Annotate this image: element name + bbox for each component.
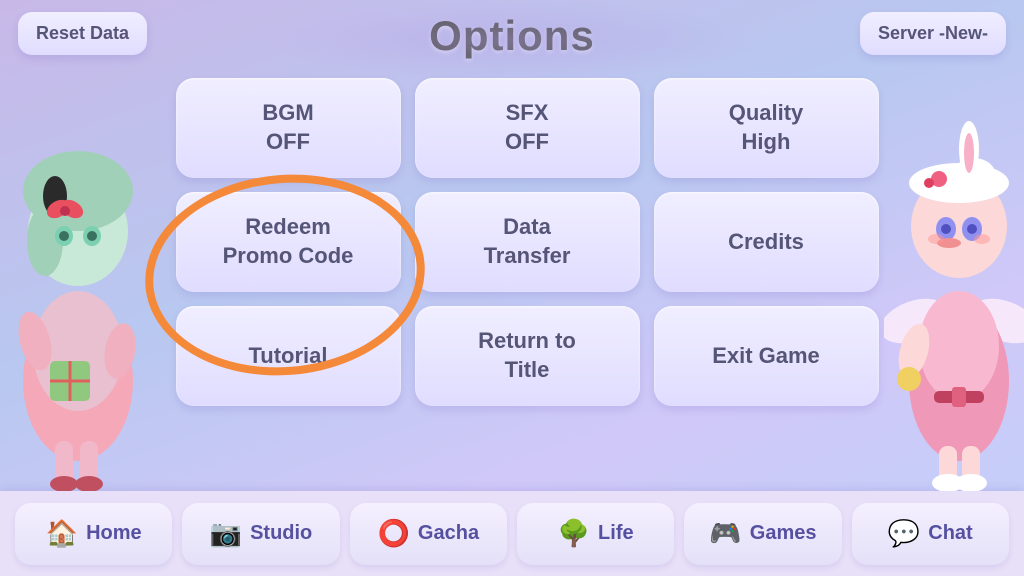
- games-icon: 🎮: [709, 518, 741, 549]
- chat-icon: 💬: [888, 518, 920, 549]
- bgm-button[interactable]: BGMOFF: [176, 78, 401, 178]
- nav-gacha[interactable]: ⭕ Gacha: [350, 503, 507, 565]
- nav-home[interactable]: 🏠 Home: [15, 503, 172, 565]
- quality-button[interactable]: QualityHigh: [654, 78, 879, 178]
- exit-game-button[interactable]: Exit Game: [654, 306, 879, 406]
- studio-icon: 📷: [210, 518, 242, 549]
- gacha-icon: ⭕: [378, 518, 410, 549]
- character-right: [874, 101, 1024, 491]
- redeem-promo-button[interactable]: RedeemPromo Code: [176, 192, 401, 292]
- nav-studio[interactable]: 📷 Studio: [182, 503, 339, 565]
- nav-gacha-label: Gacha: [418, 522, 479, 545]
- sfx-button[interactable]: SFXOFF: [415, 78, 640, 178]
- navigation-bar: 🏠 Home 📷 Studio ⭕ Gacha 🌳 Life 🎮 Games 💬…: [0, 491, 1024, 576]
- tutorial-button[interactable]: Tutorial: [176, 306, 401, 406]
- return-to-title-button[interactable]: Return toTitle: [415, 306, 640, 406]
- life-icon: 🌳: [558, 518, 590, 549]
- nav-games-label: Games: [750, 522, 817, 545]
- nav-games[interactable]: 🎮 Games: [684, 503, 841, 565]
- credits-button[interactable]: Credits: [654, 192, 879, 292]
- nav-life[interactable]: 🌳 Life: [517, 503, 674, 565]
- data-transfer-button[interactable]: DataTransfer: [415, 192, 640, 292]
- nav-home-label: Home: [86, 522, 142, 545]
- home-icon: 🏠: [46, 518, 78, 549]
- nav-chat[interactable]: 💬 Chat: [852, 503, 1009, 565]
- nav-studio-label: Studio: [250, 522, 312, 545]
- options-grid: BGMOFF SFXOFF QualityHigh RedeemPromo Co…: [176, 78, 879, 406]
- nav-chat-label: Chat: [928, 522, 972, 545]
- nav-life-label: Life: [598, 522, 634, 545]
- character-left: [0, 101, 175, 491]
